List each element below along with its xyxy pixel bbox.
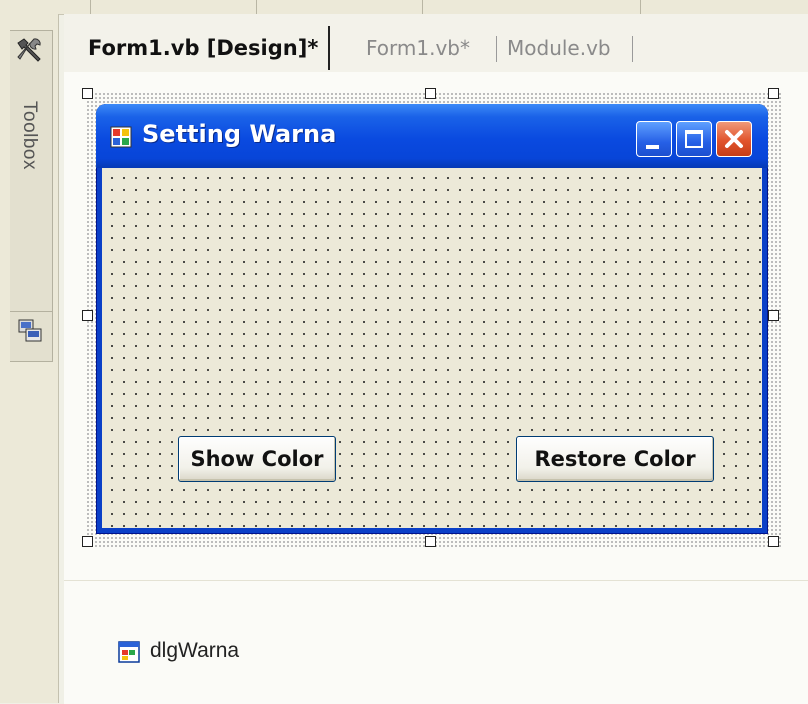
form-window[interactable]: Setting Warna Show Color Restore Color	[96, 104, 768, 534]
tray-item-label: dlgWarna	[150, 639, 240, 662]
maximize-button[interactable]	[676, 121, 712, 157]
component-tray: dlgWarna	[64, 580, 808, 704]
resize-handle-top[interactable]	[425, 88, 436, 99]
document-tabs: Form1.vb [Design]* Form1.vb* Module.vb	[64, 14, 808, 73]
resize-handle-bottom-left[interactable]	[82, 536, 93, 547]
tab-separator	[496, 36, 497, 62]
resize-handle-top-right[interactable]	[768, 88, 779, 99]
resize-handle-bottom[interactable]	[425, 536, 436, 547]
toolbox-tab[interactable]: Toolbox	[10, 30, 53, 362]
minimize-icon	[646, 145, 659, 149]
maximize-icon	[685, 130, 703, 148]
server-explorer-icon[interactable]	[16, 317, 44, 345]
color-dialog-icon	[118, 641, 140, 663]
form-client-area[interactable]: Show Color Restore Color	[102, 168, 762, 528]
toolbar-separator	[256, 0, 257, 14]
toolbox-sidebar: Toolbox	[0, 14, 59, 703]
show-color-button[interactable]: Show Color	[178, 436, 336, 482]
resize-handle-top-left[interactable]	[82, 88, 93, 99]
resize-handle-bottom-right[interactable]	[768, 536, 779, 547]
toolbox-label[interactable]: Toolbox	[18, 101, 40, 170]
toolbox-divider	[10, 311, 52, 312]
hammer-wrench-icon[interactable]	[14, 35, 44, 65]
restore-color-button[interactable]: Restore Color	[516, 436, 714, 482]
form-titlebar[interactable]: Setting Warna	[96, 104, 768, 168]
tab-separator	[632, 36, 633, 62]
top-toolbar-strip	[0, 0, 808, 15]
tab-form1-code[interactable]: Form1.vb*	[366, 26, 470, 70]
form-title: Setting Warna	[142, 120, 337, 148]
form-app-icon	[110, 126, 132, 148]
document-area: Form1.vb [Design]* Form1.vb* Module.vb S…	[64, 14, 808, 704]
close-button[interactable]	[716, 121, 752, 157]
resize-handle-right[interactable]	[768, 310, 779, 321]
toolbar-separator	[90, 0, 91, 14]
close-icon	[725, 130, 743, 148]
tab-form1-design[interactable]: Form1.vb [Design]*	[74, 26, 331, 70]
toolbar-separator	[422, 0, 423, 14]
resize-handle-left[interactable]	[82, 310, 93, 321]
tab-module[interactable]: Module.vb	[507, 26, 611, 70]
form-designer-surface[interactable]: Setting Warna Show Color Restore Color	[64, 72, 808, 580]
toolbar-separator	[640, 0, 641, 14]
minimize-button[interactable]	[636, 121, 672, 157]
